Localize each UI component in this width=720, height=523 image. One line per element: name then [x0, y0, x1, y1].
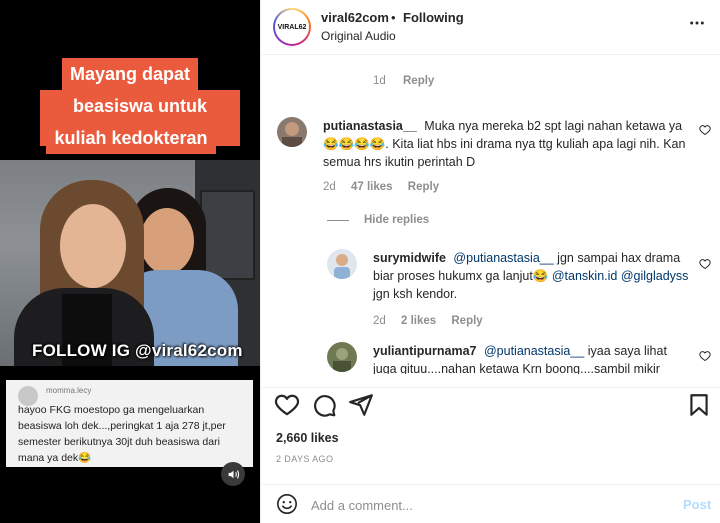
post-date[interactable]: 2 DAYS AGO	[276, 454, 333, 464]
author-avatar[interactable]: VIRAL62	[273, 8, 311, 46]
caption-line-3: kuliah kedokteran	[46, 122, 216, 154]
embedded-comment-user: momma.lecy	[46, 386, 92, 395]
emoji-icon[interactable]	[276, 493, 298, 515]
video-watermark: FOLLOW IG @viral62com	[32, 341, 243, 360]
reply-mention[interactable]: @putianastasia__	[453, 251, 553, 265]
post-button[interactable]: Post	[683, 497, 711, 512]
hide-replies-button[interactable]: Hide replies	[364, 214, 429, 226]
person-front-face	[60, 204, 126, 288]
audio-link[interactable]: Original Audio	[321, 29, 396, 43]
reply-likes[interactable]: 2 likes	[401, 315, 436, 327]
comment-icon[interactable]	[311, 392, 337, 418]
reply-mention-3[interactable]: @gilgladyss	[621, 269, 689, 283]
caption-line-1-box: Mayang dapat	[44, 58, 216, 90]
reply-text: surymidwife @putianastasia__ jgn sampai …	[373, 249, 693, 303]
post-header: VIRAL62 viral62com • Following Original …	[261, 0, 720, 55]
reply-mention-2[interactable]: @tanskin.id	[552, 269, 618, 283]
reply-mention[interactable]: @putianastasia__	[484, 344, 584, 358]
reply-meta: 2d 2 likes Reply	[373, 315, 483, 327]
reply-body-b: jgn ksh kendor.	[373, 287, 458, 301]
comments-list[interactable]: 1d Reply putianastasia__ Muka nya mereka…	[261, 56, 720, 374]
prev-comment-reply-button[interactable]: Reply	[403, 75, 434, 87]
heart-icon[interactable]	[699, 350, 711, 362]
reply-username[interactable]: surymidwife	[373, 251, 446, 265]
more-options-button[interactable]	[689, 15, 705, 36]
following-button[interactable]: Following	[403, 10, 464, 25]
heart-icon[interactable]	[274, 392, 300, 418]
post-panel: VIRAL62 viral62com • Following Original …	[260, 0, 720, 523]
comment-time: 2d	[323, 181, 336, 193]
comment-likes[interactable]: 47 likes	[351, 181, 393, 193]
add-comment-bar: Post	[261, 484, 720, 523]
caption-line-1: Mayang dapat	[61, 58, 199, 90]
likes-count[interactable]: 2,660 likes	[276, 431, 339, 445]
avatar-photo	[277, 117, 307, 147]
send-icon[interactable]	[348, 392, 374, 418]
avatar-photo	[327, 249, 357, 279]
comment-text: putianastasia__ Muka nya mereka b2 spt l…	[323, 117, 693, 171]
caption-line-3-box: kuliah kedokteran	[37, 122, 225, 154]
hide-replies-label: Hide replies	[364, 214, 430, 226]
avatar[interactable]	[327, 249, 357, 279]
volume-button[interactable]	[221, 462, 245, 486]
action-bar	[261, 387, 720, 421]
avatar[interactable]	[327, 342, 357, 372]
avatar-photo	[327, 342, 357, 372]
comment-meta: 2d 47 likes Reply	[323, 181, 439, 193]
add-comment-input[interactable]	[311, 495, 651, 515]
embedded-comment-card: momma.lecy hayoo FKG moestopo ga mengelu…	[6, 380, 253, 467]
heart-icon[interactable]	[699, 258, 711, 270]
comment-username[interactable]: putianastasia__	[323, 119, 417, 133]
video-frame	[0, 160, 260, 366]
reply-username[interactable]: yuliantipurnama7	[373, 344, 477, 358]
speaker-icon	[228, 469, 239, 479]
header-separator: •	[391, 10, 396, 25]
embedded-comment-text: hayoo FKG moestopo ga mengeluarkan beasi…	[18, 404, 226, 464]
reply-text: yuliantipurnama7 @putianastasia__ iyaa s…	[373, 342, 693, 374]
comment-reply-button[interactable]: Reply	[408, 181, 439, 193]
author-avatar-logo: VIRAL62	[275, 10, 309, 44]
background-shelf	[200, 190, 255, 280]
reply-reply-button[interactable]: Reply	[451, 315, 482, 327]
avatar[interactable]	[277, 117, 307, 147]
hide-replies-line	[327, 220, 349, 221]
bookmark-icon[interactable]	[686, 392, 712, 418]
prev-comment-meta: 1d Reply	[373, 75, 434, 87]
person-back-face	[140, 208, 194, 274]
more-horizontal-icon	[690, 21, 704, 25]
post-media[interactable]: Mayang dapat beasiswa untuk masuk kuliah…	[0, 0, 260, 523]
heart-icon[interactable]	[699, 124, 711, 136]
reply-time: 2d	[373, 315, 386, 327]
prev-comment-time: 1d	[373, 75, 386, 87]
author-username[interactable]: viral62com	[321, 10, 389, 25]
